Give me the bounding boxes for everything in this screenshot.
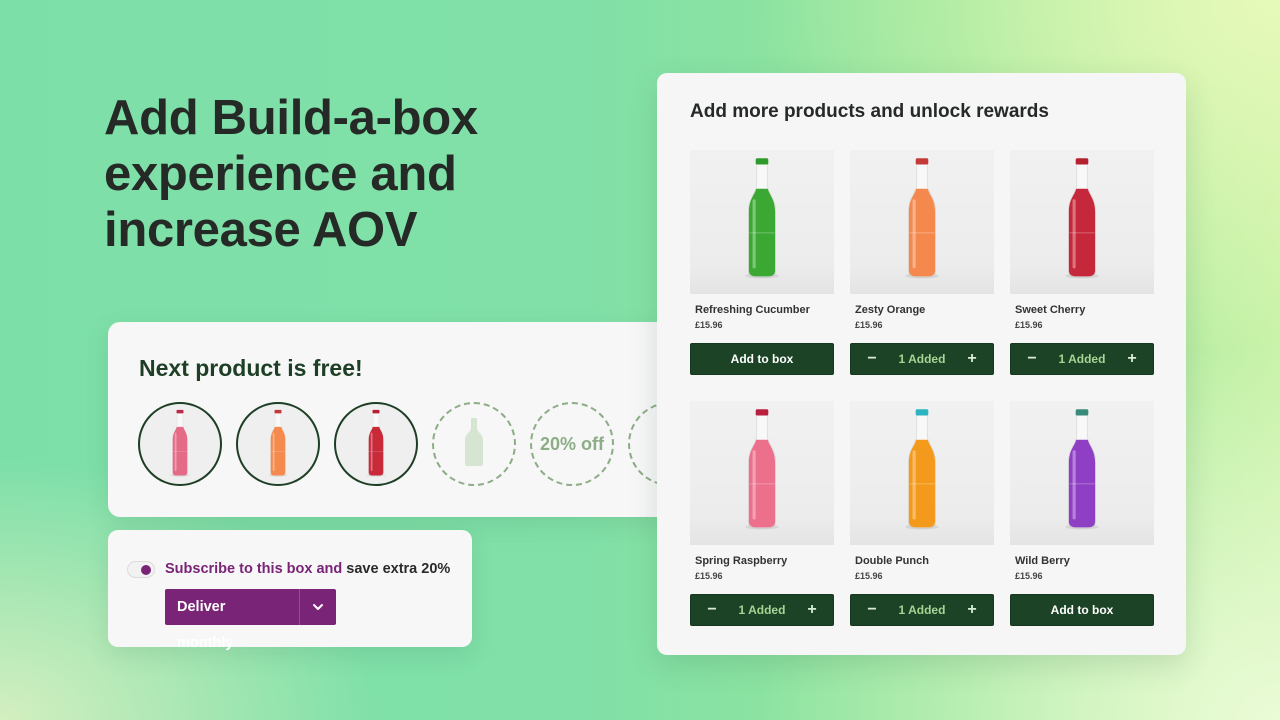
reward-slot-empty <box>432 402 516 486</box>
product-price: £15.96 <box>695 320 723 330</box>
product-price: £15.96 <box>1015 320 1043 330</box>
headline-line: increase AOV <box>104 203 418 257</box>
quantity-stepper: − 1 Added + <box>850 594 994 626</box>
reward-progress-card: Next product is free! 20% off <box>108 322 668 517</box>
product-name[interactable]: Double Punch <box>855 555 994 569</box>
product-image[interactable] <box>850 401 994 545</box>
reward-slots: 20% off <box>138 402 668 486</box>
product-card: Zesty Orange £15.96 − 1 Added + <box>850 150 994 375</box>
reward-slot-filled <box>334 402 418 486</box>
quantity-label: 1 Added <box>1058 352 1106 366</box>
toggle-knob <box>141 565 151 575</box>
plus-icon[interactable]: + <box>965 350 979 368</box>
quantity-stepper: − 1 Added + <box>1010 343 1154 375</box>
product-name[interactable]: Wild Berry <box>1015 555 1154 569</box>
product-name[interactable]: Sweet Cherry <box>1015 304 1154 318</box>
product-name[interactable]: Refreshing Cucumber <box>695 304 834 318</box>
product-card: Refreshing Cucumber £15.96 Add to box <box>690 150 834 375</box>
product-image[interactable] <box>1010 401 1154 545</box>
panel-title: Add more products and unlock rewards <box>690 101 1049 122</box>
subscribe-card: Subscribe to this box and save extra 20%… <box>108 530 472 651</box>
product-price: £15.96 <box>695 571 723 581</box>
subscribe-label: Subscribe to this box and save extra 20% <box>165 561 450 577</box>
minus-icon[interactable]: − <box>1025 350 1039 368</box>
product-name[interactable]: Spring Raspberry <box>695 555 834 569</box>
reward-slot-empty: 20% off <box>530 402 614 486</box>
product-card: Wild Berry £15.96 Add to box <box>1010 401 1154 626</box>
bottle-thumbnail <box>363 407 389 482</box>
product-card: Spring Raspberry £15.96 − 1 Added + <box>690 401 834 626</box>
product-price: £15.96 <box>855 571 883 581</box>
quantity-label: 1 Added <box>738 603 786 617</box>
bottle-thumbnail <box>167 407 193 482</box>
minus-icon[interactable]: − <box>705 601 719 619</box>
subscribe-label-savings: save extra 20% <box>342 561 451 577</box>
plus-icon[interactable]: + <box>805 601 819 619</box>
products-panel: Add more products and unlock rewards Ref… <box>657 73 1186 655</box>
quantity-stepper: − 1 Added + <box>690 594 834 626</box>
product-image[interactable] <box>1010 150 1154 294</box>
product-image[interactable] <box>850 150 994 294</box>
quantity-stepper: − 1 Added + <box>850 343 994 375</box>
headline-line: Add Build-a-box <box>104 91 478 145</box>
plus-icon[interactable]: + <box>1125 350 1139 368</box>
add-to-box-button[interactable]: Add to box <box>1010 594 1154 626</box>
delivery-frequency-value[interactable]: Deliver monthly <box>165 589 299 651</box>
reward-title: Next product is free! <box>139 355 363 381</box>
subscribe-label-accent: Subscribe to this box and <box>165 561 343 577</box>
quantity-label: 1 Added <box>898 352 946 366</box>
bottle-placeholder-icon <box>465 417 483 471</box>
headline-line: experience and <box>104 147 457 201</box>
product-image[interactable] <box>690 401 834 545</box>
product-image[interactable] <box>690 150 834 294</box>
product-name[interactable]: Zesty Orange <box>855 304 994 318</box>
delivery-frequency-select[interactable]: Deliver monthly <box>165 589 336 651</box>
quantity-label: 1 Added <box>898 603 946 617</box>
bottle-thumbnail <box>265 407 291 482</box>
product-card: Sweet Cherry £15.96 − 1 Added + <box>1010 150 1154 375</box>
chevron-down-icon[interactable] <box>300 589 336 625</box>
reward-label: 20% off <box>539 433 604 454</box>
product-price: £15.96 <box>1015 571 1043 581</box>
product-grid: Refreshing Cucumber £15.96 Add to box Zest… <box>690 150 1154 626</box>
reward-slot-filled <box>138 402 222 486</box>
product-price: £15.96 <box>855 320 883 330</box>
product-card: Double Punch £15.96 − 1 Added + <box>850 401 994 626</box>
headline: Add Build-a-box experience and increase … <box>104 90 544 258</box>
subscribe-toggle[interactable] <box>127 561 155 578</box>
minus-icon[interactable]: − <box>865 350 879 368</box>
reward-slot-filled <box>236 402 320 486</box>
minus-icon[interactable]: − <box>865 601 879 619</box>
plus-icon[interactable]: + <box>965 601 979 619</box>
add-to-box-button[interactable]: Add to box <box>690 343 834 375</box>
